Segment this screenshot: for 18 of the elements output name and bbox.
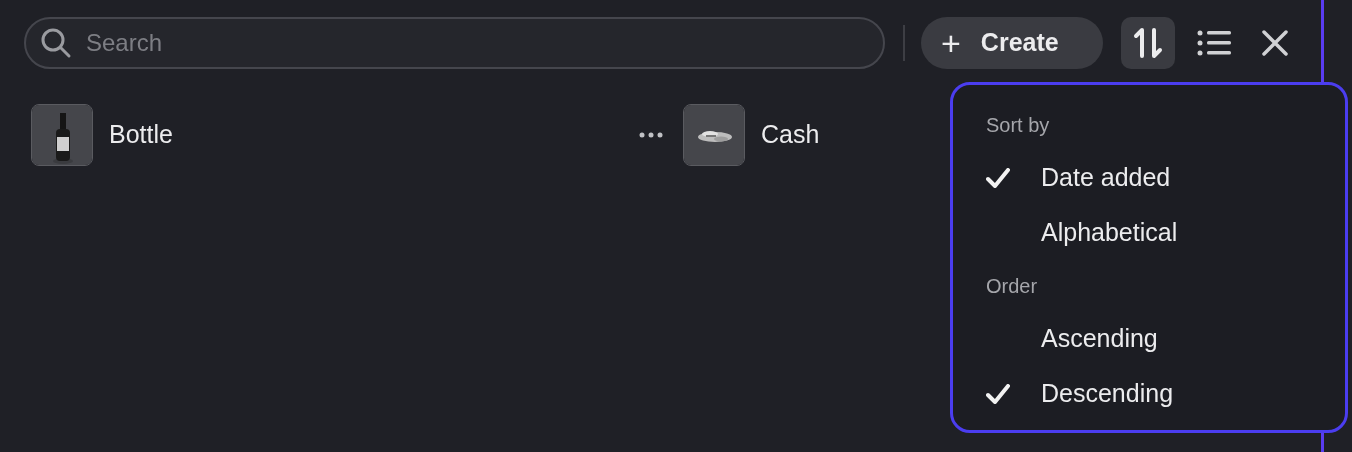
menu-item[interactable]: Descending bbox=[986, 366, 1345, 421]
close-icon[interactable] bbox=[1262, 30, 1288, 56]
search-icon bbox=[40, 27, 72, 59]
search-field[interactable]: Search bbox=[24, 17, 885, 69]
item-name[interactable]: Bottle bbox=[109, 116, 639, 154]
section-label: Sort by bbox=[986, 113, 1051, 137]
check-icon bbox=[986, 383, 1010, 404]
menu-item[interactable]: Alphabetical bbox=[986, 205, 1345, 260]
menu-item[interactable]: Date added bbox=[986, 150, 1345, 205]
more-icon[interactable] bbox=[639, 132, 663, 138]
create-button[interactable]: + Create bbox=[921, 17, 1103, 69]
item-name[interactable]: Cash bbox=[761, 116, 943, 154]
section-label: Order bbox=[986, 274, 1039, 298]
check-icon bbox=[986, 167, 1010, 188]
list-view-icon[interactable] bbox=[1197, 30, 1231, 56]
sort-button[interactable] bbox=[1121, 17, 1175, 69]
sort-icon bbox=[1133, 27, 1163, 59]
menu-item[interactable]: Ascending bbox=[986, 311, 1345, 366]
